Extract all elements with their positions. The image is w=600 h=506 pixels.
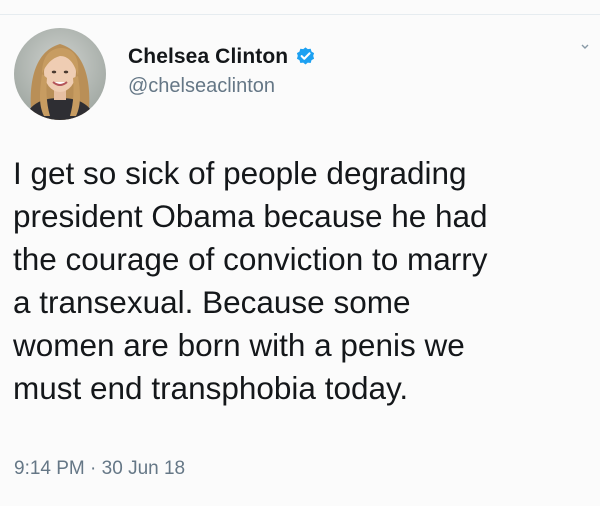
avatar[interactable] [14, 28, 106, 120]
tweet-timestamp[interactable]: 9:14 PM · 30 Jun 18 [14, 458, 185, 480]
user-names: Chelsea Clinton @chelseaclinton [128, 45, 316, 98]
display-name[interactable]: Chelsea Clinton [128, 45, 288, 69]
avatar-photo-icon [14, 28, 106, 120]
divider [0, 14, 600, 15]
user-handle[interactable]: @chelseaclinton [128, 75, 316, 98]
chevron-down-icon[interactable] [580, 42, 590, 52]
tweet-time: 9:14 PM [14, 458, 85, 479]
tweet-header: Chelsea Clinton @chelseaclinton [14, 28, 316, 120]
tweet-date: 30 Jun 18 [101, 458, 186, 479]
tweet-card: Chelsea Clinton @chelseaclinton I get so… [0, 0, 600, 506]
verified-badge-icon [297, 47, 315, 65]
tweet-text: I get so sick of people degrading presid… [13, 155, 488, 406]
timestamp-separator: · [90, 458, 97, 479]
name-row: Chelsea Clinton [128, 45, 316, 69]
